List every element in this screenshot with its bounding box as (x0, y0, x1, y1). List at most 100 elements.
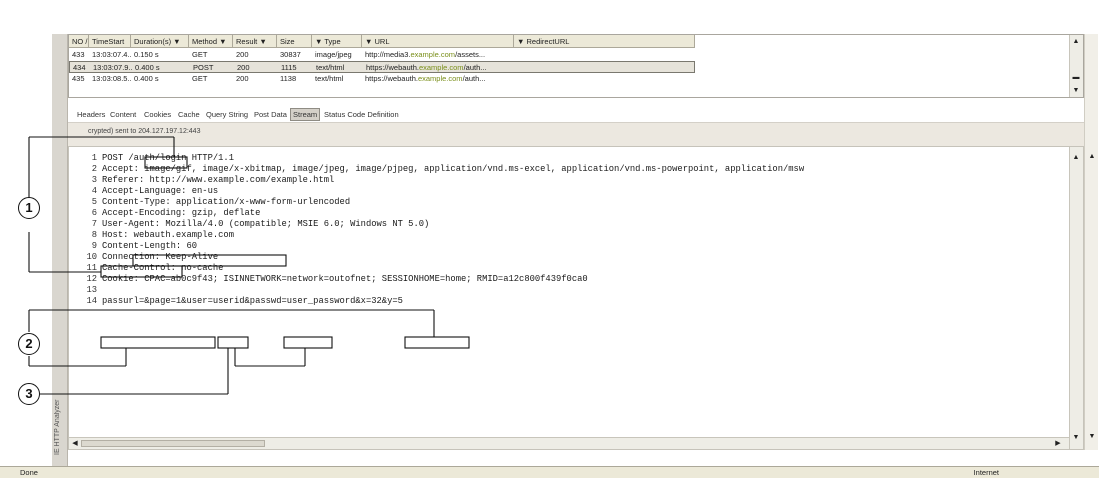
line-text: passurl=&page=1&user=userid&passwd=user_… (102, 296, 403, 306)
stream-editor[interactable]: 1 POST /auth/login HTTP/1.1 2 Accept: image… (68, 146, 1084, 450)
security-zone: Internet (973, 468, 999, 477)
url-part: https://webauth. (365, 74, 418, 83)
url-part: /auth... (463, 63, 487, 72)
stream-line[interactable]: 6 Accept-Encoding: gzip, deflate (69, 208, 1059, 219)
line-text: Accept-Language: en-us (102, 186, 219, 196)
tab-query-string[interactable]: Query String (206, 108, 248, 122)
line-number: 7 (91, 219, 97, 229)
line-number: 5 (91, 197, 97, 207)
tab-status-code-definition[interactable]: Status Code Definition (324, 108, 399, 122)
scroll-up-icon[interactable]: ▲ (1071, 153, 1081, 163)
stream-line[interactable]: 1 POST /auth/login HTTP/1.1 (69, 153, 1059, 164)
cell-duration: 0.150 s (134, 50, 159, 59)
table-row[interactable]: 433 13:03:07.4... 0.150 s GET 200 30837 image/… (69, 49, 695, 61)
col-method[interactable]: Method ▼ (189, 35, 233, 48)
editor-hscrollbar[interactable]: ◀ ▶ (69, 437, 1069, 449)
scroll-right-icon[interactable]: ▶ (1053, 439, 1063, 449)
cell-time: 13:03:08.5... (92, 74, 131, 83)
cell-size: 1138 (280, 74, 297, 83)
line-text: User-Agent: Mozilla/4.0 (compatible; MSI… (102, 219, 430, 229)
hscroll-thumb[interactable] (81, 440, 265, 447)
col-type[interactable]: ▼ Type (312, 35, 362, 48)
url-part: /auth... (462, 74, 486, 83)
stream-line[interactable]: 11 Cache-Control: no-cache (69, 263, 1059, 274)
scroll-down-icon[interactable]: ▼ (1071, 433, 1081, 443)
stream-line[interactable]: 5 Content-Type: application/x-www-form-ur… (69, 197, 1059, 208)
grid-header: NO / TimeStart Duration(s) ▼ Method ▼ Re… (69, 35, 695, 48)
tab-post-data[interactable]: Post Data (254, 108, 287, 122)
scroll-down-icon[interactable]: ▼ (1071, 86, 1081, 96)
stream-line[interactable]: 8 Host: webauth.example.com (69, 230, 1059, 241)
scroll-left-icon[interactable]: ◀ (70, 439, 80, 449)
tab-cookies[interactable]: Cookies (144, 108, 171, 122)
cell-result: 200 (236, 50, 249, 59)
editor-scrollbar[interactable]: ▲ ▼ (1069, 147, 1083, 449)
url-part: https://webauth. (366, 63, 419, 72)
url-part: example.com (418, 63, 464, 72)
line-number: 4 (91, 186, 97, 196)
line-text: Cookie: CPAC=ab0c9f43; ISINNETWORK=netwo… (102, 274, 588, 284)
stream-line[interactable]: 13 (69, 285, 1059, 296)
stream-line[interactable]: 2 Accept: image/gif, image/x-xbitmap, ima… (69, 164, 1059, 175)
table-row[interactable]: 435 13:03:08.5... 0.400 s GET 200 1138 text/ht… (69, 73, 695, 85)
scroll-up-icon[interactable]: ▲ (1071, 37, 1081, 47)
col-no[interactable]: NO / (69, 35, 89, 48)
line-text: Accept-Encoding: gzip, deflate (102, 208, 261, 218)
app-window: IE HTTP Analyzer NO / TimeStart Duration… (0, 0, 1099, 478)
line-text: Content-Length: 60 (102, 241, 198, 251)
url-part: http://media3. (365, 50, 411, 59)
line-text: POST /auth/login HTTP/1.1 (102, 153, 234, 163)
line-number: 8 (91, 230, 97, 240)
stream-line[interactable]: 4 Accept-Language: en-us (69, 186, 1059, 197)
outer-scrollbar[interactable]: ▲ ▼ (1084, 34, 1098, 450)
line-number: 9 (91, 241, 97, 251)
status-bar: Done Internet (0, 466, 1099, 478)
col-redirecturl[interactable]: ▼ RedirectURL (514, 35, 695, 48)
line-number: 11 (86, 263, 97, 273)
col-size[interactable]: Size (277, 35, 312, 48)
detail-tabs: Headers Content Cookies Cache Query Stri… (68, 108, 1084, 122)
stream-line[interactable]: 10 Connection: Keep-Alive (69, 252, 1059, 263)
cell-type: image/jpeg (315, 50, 352, 59)
stream-line[interactable]: 3 Referer: http://www.example.com/example… (69, 175, 1059, 186)
line-text: Host: webauth.example.com (102, 230, 234, 240)
side-panel-title: IE HTTP Analyzer (54, 399, 61, 455)
line-number: 6 (91, 208, 97, 218)
scroll-down-icon[interactable]: ▼ (1087, 432, 1097, 442)
cell-result: 200 (236, 74, 249, 83)
cell-method: GET (192, 74, 208, 83)
col-url[interactable]: ▼ URL (362, 35, 514, 48)
url-part: example.com (410, 50, 456, 59)
col-result[interactable]: Result ▼ (233, 35, 277, 48)
stream-line[interactable]: 9 Content-Length: 60 (69, 241, 1059, 252)
line-number: 14 (86, 296, 97, 306)
stream-line[interactable]: 12 Cookie: CPAC=ab0c9f43; ISINNETWORK=net… (69, 274, 1059, 285)
scroll-thumb[interactable]: ▬ (1071, 73, 1081, 83)
line-number: 1 (91, 153, 97, 163)
table-row[interactable]: 434 13:03:07.9... 0.400 s POST 200 1115 text/h… (69, 61, 695, 73)
request-grid: NO / TimeStart Duration(s) ▼ Method ▼ Re… (68, 34, 1084, 98)
tab-headers[interactable]: Headers (77, 108, 105, 122)
col-timestart[interactable]: TimeStart (89, 35, 131, 48)
stream-line[interactable]: 7 User-Agent: Mozilla/4.0 (compatible; MS… (69, 219, 1059, 230)
scroll-up-icon[interactable]: ▲ (1087, 152, 1097, 162)
url-part: example.com (417, 74, 463, 83)
cell-duration: 0.400 s (134, 74, 159, 83)
stream-info-bar: crypted) sent to 204.127.197.12:443 (68, 122, 1084, 146)
tab-cache[interactable]: Cache (178, 108, 200, 122)
cell-url: http://media3.example.com/assets... (362, 49, 542, 61)
top-band (0, 0, 1099, 34)
col-duration[interactable]: Duration(s) ▼ (131, 35, 189, 48)
tab-content[interactable]: Content (110, 108, 136, 122)
cell-no: 433 (72, 50, 85, 59)
cell-method: GET (192, 50, 208, 59)
line-number: 12 (86, 274, 97, 284)
callout-1: 1 (18, 197, 40, 219)
stream-line[interactable]: 14 passurl=&page=1&user=userid&passwd=use… (69, 296, 1059, 307)
line-text: Referer: http://www.example.com/example.… (102, 175, 335, 185)
line-number: 10 (86, 252, 97, 262)
grid-scrollbar[interactable]: ▲ ▬ ▼ (1069, 35, 1083, 97)
tab-stream[interactable]: Stream (290, 108, 321, 121)
cell-time: 13:03:07.4... (92, 50, 131, 59)
cell-url: https://webauth.example.com/auth... (362, 73, 542, 85)
